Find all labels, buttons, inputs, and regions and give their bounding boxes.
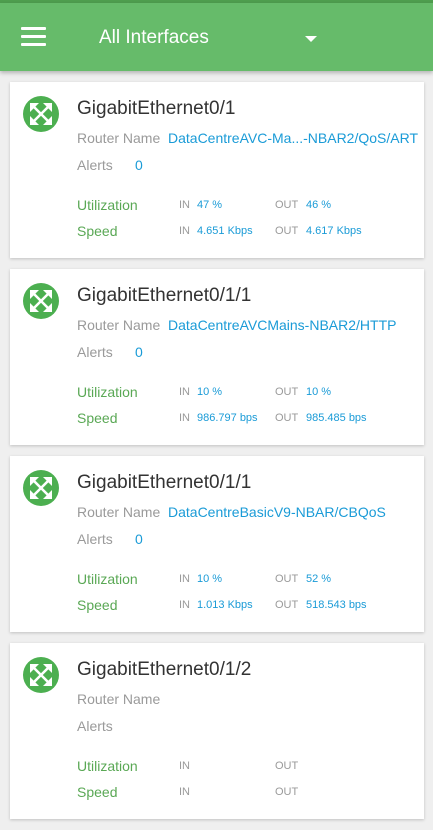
util-in-value: 10 % bbox=[197, 573, 223, 585]
interface-card[interactable]: GigabitEthernet0/1/1 Router Name DataCentr… bbox=[10, 456, 424, 632]
util-out-value: 46 % bbox=[306, 199, 332, 211]
interface-card[interactable]: GigabitEthernet0/1/2 Router Name Alerts Uti… bbox=[10, 643, 424, 819]
util-out-label: OUT bbox=[275, 199, 299, 211]
utilization-label: Utilization bbox=[77, 571, 138, 587]
alerts-label: Alerts bbox=[77, 531, 113, 547]
alerts-label: Alerts bbox=[77, 344, 113, 360]
speed-out-label: OUT bbox=[275, 786, 299, 798]
caret-down-icon[interactable] bbox=[305, 36, 317, 42]
router-name-label: Router Name bbox=[77, 691, 161, 707]
app-bar: All Interfaces bbox=[0, 3, 433, 71]
util-in-value: 47 % bbox=[197, 199, 223, 211]
page-title[interactable]: All Interfaces bbox=[99, 27, 209, 49]
router-name-value: DataCentreAVC-Ma...-NBAR2/QoS/ART bbox=[168, 130, 419, 146]
util-in-label: IN bbox=[179, 199, 190, 211]
speed-in-value: 4.651 Kbps bbox=[197, 225, 253, 237]
utilization-label: Utilization bbox=[77, 758, 138, 774]
speed-out-value: 4.617 Kbps bbox=[306, 225, 362, 237]
expand-arrows-icon bbox=[23, 283, 59, 319]
alerts-label: Alerts bbox=[77, 157, 113, 173]
router-name-label: Router Name bbox=[77, 504, 161, 520]
util-out-label: OUT bbox=[275, 386, 299, 398]
util-in-label: IN bbox=[179, 760, 190, 772]
interface-card[interactable]: GigabitEthernet0/1/1 Router Name DataCentr… bbox=[10, 269, 424, 445]
speed-in-value: 986.797 bps bbox=[197, 412, 258, 424]
utilization-label: Utilization bbox=[77, 384, 138, 400]
alerts-count[interactable]: 0 bbox=[135, 157, 143, 173]
speed-in-label: IN bbox=[179, 599, 190, 611]
util-out-value: 52 % bbox=[306, 573, 332, 585]
expand-arrows-icon bbox=[23, 657, 59, 693]
router-name-value: DataCentreBasicV9-NBAR/CBQoS bbox=[168, 504, 386, 520]
speed-label: Speed bbox=[77, 410, 118, 426]
speed-out-label: OUT bbox=[275, 412, 299, 424]
menu-icon[interactable] bbox=[21, 27, 46, 47]
speed-in-label: IN bbox=[179, 225, 190, 237]
util-out-label: OUT bbox=[275, 760, 299, 772]
util-in-label: IN bbox=[179, 573, 190, 585]
util-in-value: 10 % bbox=[197, 386, 223, 398]
router-name-value: DataCentreAVCMains-NBAR2/HTTP bbox=[168, 317, 397, 333]
speed-label: Speed bbox=[77, 223, 118, 239]
speed-in-label: IN bbox=[179, 412, 190, 424]
speed-label: Speed bbox=[77, 784, 118, 800]
speed-out-label: OUT bbox=[275, 599, 299, 611]
interface-list: GigabitEthernet0/1 Router Name DataCentreA… bbox=[10, 82, 424, 830]
alerts-label: Alerts bbox=[77, 718, 113, 734]
speed-in-label: IN bbox=[179, 786, 190, 798]
alerts-count[interactable]: 0 bbox=[135, 344, 143, 360]
interface-name: GigabitEthernet0/1 bbox=[77, 98, 236, 119]
interface-card[interactable]: GigabitEthernet0/1 Router Name DataCentreA… bbox=[10, 82, 424, 258]
speed-label: Speed bbox=[77, 597, 118, 613]
util-out-value: 10 % bbox=[306, 386, 332, 398]
interface-name: GigabitEthernet0/1/1 bbox=[77, 472, 252, 493]
router-name-label: Router Name bbox=[77, 317, 161, 333]
util-out-label: OUT bbox=[275, 573, 299, 585]
utilization-label: Utilization bbox=[77, 197, 138, 213]
router-name-label: Router Name bbox=[77, 130, 161, 146]
util-in-label: IN bbox=[179, 386, 190, 398]
speed-in-value: 1.013 Kbps bbox=[197, 599, 253, 611]
interface-name: GigabitEthernet0/1/2 bbox=[77, 659, 252, 680]
interface-name: GigabitEthernet0/1/1 bbox=[77, 285, 252, 306]
expand-arrows-icon bbox=[23, 96, 59, 132]
expand-arrows-icon bbox=[23, 470, 59, 506]
alerts-count[interactable]: 0 bbox=[135, 531, 143, 547]
speed-out-value: 985.485 bps bbox=[306, 412, 367, 424]
speed-out-label: OUT bbox=[275, 225, 299, 237]
speed-out-value: 518.543 bps bbox=[306, 599, 367, 611]
